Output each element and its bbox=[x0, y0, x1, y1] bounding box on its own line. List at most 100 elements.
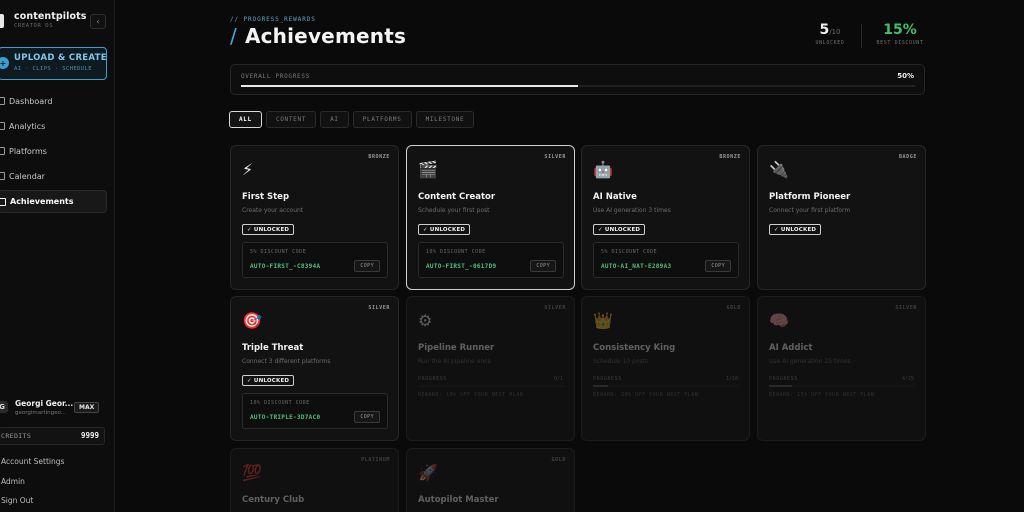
discount-code: AUTO-FIRST_-0617D9 bbox=[426, 263, 497, 270]
upload-create-button[interactable]: + UPLOAD & CREATE AI · CLIPS · SCHEDULE bbox=[0, 47, 107, 80]
sidebar-item-platforms[interactable]: Platforms bbox=[0, 140, 107, 163]
achievement-card[interactable]: BADGE 🔌 Platform Pioneer Connect your first… bbox=[757, 145, 926, 290]
achievement-card[interactable]: SILVER 🎯 Triple Threat Connect 3 different … bbox=[230, 296, 399, 441]
discount-code-label: 5% DISCOUNT CODE bbox=[601, 249, 658, 255]
user-name: Georgi Geor... bbox=[15, 399, 74, 408]
overall-progress: OVERALL PROGRESS 50% bbox=[230, 64, 925, 95]
achievements-icon bbox=[0, 198, 6, 206]
tier-label: SILVER bbox=[544, 154, 566, 160]
gear-icon: ⚙ bbox=[418, 311, 433, 330]
credits-box: CREDITS 9999 bbox=[0, 427, 105, 445]
achievement-name: Autopilot Master bbox=[418, 495, 499, 505]
discount-code-label: 10% DISCOUNT CODE bbox=[426, 249, 486, 255]
brand-name: contentpilots bbox=[14, 11, 87, 22]
discount-code: AUTO-TRIPLE-3D7AC0 bbox=[250, 414, 321, 421]
user-email: georgimartingeo... bbox=[15, 410, 66, 416]
progress-value: 0/1 bbox=[553, 376, 563, 382]
filter-content[interactable]: CONTENT bbox=[265, 111, 317, 128]
achievement-description: Schedule your first post bbox=[418, 207, 490, 214]
progress-value: 1/10 bbox=[725, 376, 738, 382]
lightning-icon: ⚡ bbox=[242, 160, 254, 179]
crown-icon: 👑 bbox=[593, 311, 613, 330]
progress-value: 4/25 bbox=[901, 376, 914, 382]
sidebar-item-label: Analytics bbox=[9, 122, 46, 131]
tier-label: BRONZE bbox=[719, 154, 741, 160]
achievement-card[interactable]: PLATINUM 💯 Century Club bbox=[230, 448, 399, 512]
achievement-name: Triple Threat bbox=[242, 343, 304, 353]
overall-progress-label: OVERALL PROGRESS bbox=[241, 73, 310, 80]
achievement-card[interactable]: SILVER 🧠 AI Addict Use AI generation 25 tim… bbox=[757, 296, 926, 441]
filter-ai[interactable]: AI bbox=[320, 111, 349, 128]
brand-tagline: CREATOR OS bbox=[14, 23, 54, 29]
admin-link[interactable]: Admin bbox=[1, 475, 64, 495]
tier-label: BRONZE bbox=[368, 154, 390, 160]
achievement-name: Content Creator bbox=[418, 192, 496, 202]
progress-track bbox=[593, 385, 739, 387]
achievement-card[interactable]: GOLD 🚀 Autopilot Master bbox=[406, 448, 575, 512]
sidebar-item-dashboard[interactable]: Dashboard bbox=[0, 90, 107, 113]
sidebar-item-label: Achievements bbox=[10, 197, 74, 206]
achievement-description: Connect your first platform bbox=[769, 207, 851, 214]
achievement-name: Platform Pioneer bbox=[769, 192, 851, 202]
filter-milestone[interactable]: MILESTONE bbox=[415, 111, 475, 128]
tier-label: SILVER bbox=[895, 305, 917, 311]
progress-fill bbox=[593, 385, 608, 387]
overall-progress-track bbox=[241, 85, 915, 87]
discount-code-label: 5% DISCOUNT CODE bbox=[250, 249, 307, 255]
sidebar-nav: Dashboard Analytics Platforms Calendar A… bbox=[0, 90, 107, 215]
achievement-name: Consistency King bbox=[593, 343, 676, 353]
stat-best-discount: 15% BEST DISCOUNT bbox=[870, 22, 930, 46]
progress-label: PROGRESS bbox=[593, 376, 622, 382]
copy-code-button[interactable]: COPY bbox=[354, 411, 380, 423]
page-title: / Achievements bbox=[230, 24, 406, 48]
discount-code: AUTO-FIRST_-C8394A bbox=[250, 263, 321, 270]
achievement-description: Connect 3 different platforms bbox=[242, 358, 331, 365]
achievement-name: Century Club bbox=[242, 495, 305, 505]
tier-label: GOLD bbox=[551, 457, 566, 463]
discount-code: AUTO-AI_NAT-E289A3 bbox=[601, 263, 672, 270]
robot-icon: 🤖 bbox=[593, 160, 613, 179]
achievement-card[interactable]: SILVER 🎬 Content Creator Schedule your firs… bbox=[406, 145, 575, 290]
upload-subtitle: AI · CLIPS · SCHEDULE bbox=[14, 66, 92, 72]
filter-platforms[interactable]: PLATFORMS bbox=[352, 111, 412, 128]
copy-code-button[interactable]: COPY bbox=[705, 260, 731, 272]
filter-all[interactable]: ALL bbox=[229, 111, 262, 128]
stat-divider bbox=[861, 24, 862, 48]
avatar: G bbox=[0, 401, 8, 413]
platforms-icon bbox=[0, 147, 5, 155]
collapse-sidebar-button[interactable]: ‹ bbox=[90, 14, 106, 29]
hundred-icon: 💯 bbox=[242, 463, 262, 482]
user-profile[interactable]: G Georgi Geor... georgimartingeo... MAX bbox=[0, 396, 105, 422]
achievement-card[interactable]: SILVER ⚙ Pipeline Runner Run the AI pipelin… bbox=[406, 296, 575, 441]
sign-out-link[interactable]: Sign Out bbox=[1, 494, 64, 512]
tier-label: GOLD bbox=[726, 305, 741, 311]
achievement-card[interactable]: BRONZE 🤖 AI Native Use AI generation 3 time… bbox=[581, 145, 750, 290]
overall-progress-fill bbox=[241, 85, 578, 87]
sidebar-item-analytics[interactable]: Analytics bbox=[0, 115, 107, 138]
breadcrumb: // PROGRESS_REWARDS bbox=[230, 16, 316, 23]
copy-code-button[interactable]: COPY bbox=[354, 260, 380, 272]
discount-code-box: 10% DISCOUNT CODE AUTO-TRIPLE-3D7AC0 COP… bbox=[242, 393, 388, 429]
unlocked-badge: ✓ UNLOCKED bbox=[242, 224, 295, 235]
achievement-name: AI Native bbox=[593, 192, 637, 202]
progress-track bbox=[418, 385, 564, 387]
stat-unlocked-value: 5 bbox=[819, 22, 830, 38]
sidebar-item-calendar[interactable]: Calendar bbox=[0, 165, 107, 188]
discount-code-box: 5% DISCOUNT CODE AUTO-AI_NAT-E289A3 COPY bbox=[593, 242, 739, 278]
account-settings-link[interactable]: Account Settings bbox=[1, 455, 64, 475]
achievement-card[interactable]: GOLD 👑 Consistency King Schedule 10 posts PR… bbox=[581, 296, 750, 441]
clapper-icon: 🎬 bbox=[418, 160, 438, 179]
reward-text: REWARD: 20% OFF YOUR NEXT PLAN bbox=[593, 392, 699, 398]
credits-value: 9999 bbox=[80, 431, 99, 440]
credits-label: CREDITS bbox=[1, 432, 32, 440]
filter-tabs: ALL CONTENT AI PLATFORMS MILESTONE bbox=[229, 111, 475, 128]
progress-label: PROGRESS bbox=[418, 376, 447, 382]
unlocked-badge: ✓ UNLOCKED bbox=[593, 224, 646, 235]
achievement-card[interactable]: BRONZE ⚡ First Step Create your account ✓ UN… bbox=[230, 145, 399, 290]
copy-code-button[interactable]: COPY bbox=[530, 260, 556, 272]
stat-unlocked: 5/10 UNLOCKED bbox=[806, 22, 854, 46]
sidebar-item-label: Dashboard bbox=[9, 97, 53, 106]
sidebar-item-achievements[interactable]: Achievements bbox=[0, 190, 107, 213]
rocket-icon: 🚀 bbox=[418, 463, 438, 482]
progress-fill bbox=[769, 385, 793, 387]
